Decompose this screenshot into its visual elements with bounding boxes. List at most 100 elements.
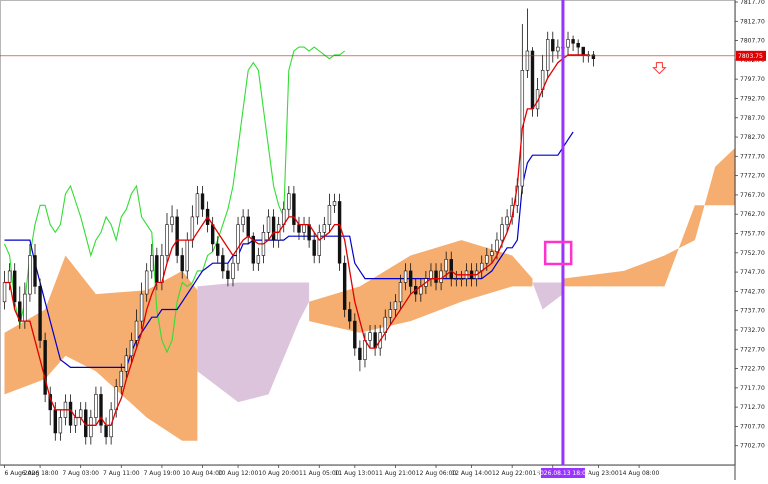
candle-body xyxy=(591,54,596,60)
candle-body xyxy=(200,193,205,210)
candle-body xyxy=(124,355,129,372)
candle-body xyxy=(104,424,108,438)
candle-body xyxy=(190,216,195,241)
y-tick-label: 7752.70 xyxy=(740,250,765,257)
candle-body xyxy=(429,270,433,279)
candle-body xyxy=(500,224,504,241)
candle-body xyxy=(581,46,585,56)
candle-body xyxy=(485,255,489,264)
y-tick-label: 7817.70 xyxy=(740,0,765,6)
x-tick-label: 14 Aug 08:00 xyxy=(619,470,660,477)
y-tick-label: 7737.70 xyxy=(740,308,765,315)
candle-body xyxy=(403,270,408,283)
candle-body xyxy=(170,216,174,225)
x-tick-label: 7 Aug 03:00 xyxy=(62,470,99,477)
candle-body xyxy=(33,255,37,287)
candle-body xyxy=(327,205,332,225)
marker-time-label: 2026.08.13 18:00 xyxy=(536,470,590,477)
candle-body xyxy=(368,332,372,341)
candle-body xyxy=(571,39,575,44)
x-tick-label: 12 Aug 06:00 xyxy=(416,470,457,477)
candle-body xyxy=(317,232,321,256)
candle-body xyxy=(94,394,98,418)
candle-body xyxy=(358,347,362,360)
candle-body xyxy=(99,394,103,426)
candle-body xyxy=(68,401,73,426)
candle-body xyxy=(353,320,357,349)
y-tick-label: 7772.70 xyxy=(740,173,765,180)
candle-body xyxy=(292,193,296,225)
candle-body xyxy=(530,50,535,110)
candle-body xyxy=(43,340,47,395)
candle-body xyxy=(444,259,448,272)
x-tick-label: 12 Aug 14:00 xyxy=(451,470,492,477)
y-tick-label: 7777.70 xyxy=(740,153,765,160)
candle-body xyxy=(155,255,159,283)
candle-body xyxy=(566,39,570,48)
candle-body xyxy=(348,309,352,322)
x-tick-label: 12 Aug 22:00 xyxy=(492,470,533,477)
candle-body xyxy=(434,270,438,283)
x-tick-label: 11 Aug 13:00 xyxy=(335,470,376,477)
candle-body xyxy=(393,301,398,310)
candle-body xyxy=(185,239,189,272)
candle-body xyxy=(129,340,134,357)
y-tick-label: 7782.70 xyxy=(740,134,765,141)
candle-body xyxy=(576,42,580,48)
candle-body xyxy=(221,255,225,272)
candle-body xyxy=(216,243,220,256)
y-tick-label: 7732.70 xyxy=(740,327,765,334)
candle-body xyxy=(454,278,459,280)
candle-body xyxy=(449,259,453,279)
y-tick-label: 7807.70 xyxy=(740,38,765,45)
candle-body xyxy=(556,46,560,52)
y-tick-label: 7712.70 xyxy=(740,404,765,411)
candle-body xyxy=(287,193,291,210)
candle-body xyxy=(256,255,261,264)
candle-body xyxy=(2,282,7,303)
candle-body xyxy=(134,320,139,341)
candle-body xyxy=(7,270,12,283)
candle-body xyxy=(144,270,149,295)
candle-body xyxy=(38,286,42,341)
ichimoku-candlestick-chart: 7817.707812.707807.707802.707797.707792.… xyxy=(0,0,766,480)
x-tick-label: 10 Aug 20:00 xyxy=(258,470,299,477)
candle-body xyxy=(439,270,443,283)
candle-body xyxy=(342,262,347,310)
y-tick-label: 7747.70 xyxy=(740,269,765,276)
x-tick-label: 6 Aug 18:00 xyxy=(22,470,59,477)
candle-body xyxy=(226,270,230,279)
x-tick-label: 10 Aug 04:00 xyxy=(182,470,223,477)
candle-body xyxy=(28,255,32,295)
candle-body xyxy=(271,216,276,241)
y-tick-label: 7727.70 xyxy=(740,346,765,353)
candle-body xyxy=(210,224,215,245)
candle-body xyxy=(302,224,306,233)
plot-area xyxy=(2,8,736,445)
candle-body xyxy=(231,262,235,279)
y-tick-label: 7757.70 xyxy=(740,231,765,238)
y-tick-label: 7762.70 xyxy=(740,211,765,218)
candle-body xyxy=(551,39,555,52)
y-tick-label: 7797.70 xyxy=(740,76,765,83)
candle-body xyxy=(23,293,27,322)
candle-body xyxy=(459,278,464,280)
candle-body xyxy=(388,309,393,318)
candle-body xyxy=(266,216,271,233)
x-tick-label: 10 Aug 12:00 xyxy=(218,470,259,477)
current-price-label: 7803.75 xyxy=(738,53,763,60)
candle-body xyxy=(546,39,550,71)
candle-body xyxy=(58,417,63,434)
candle-body xyxy=(495,239,499,252)
candle-body xyxy=(525,50,530,71)
candle-body xyxy=(363,340,367,360)
candle-body xyxy=(89,417,93,438)
candle-body xyxy=(195,193,200,218)
y-tick-label: 7742.70 xyxy=(740,288,765,295)
highlight-box xyxy=(543,240,573,266)
candle-body xyxy=(73,417,78,426)
candle-body xyxy=(165,224,169,256)
plot-frame xyxy=(0,0,736,466)
candle-body xyxy=(12,270,17,303)
candle-body xyxy=(180,255,184,272)
